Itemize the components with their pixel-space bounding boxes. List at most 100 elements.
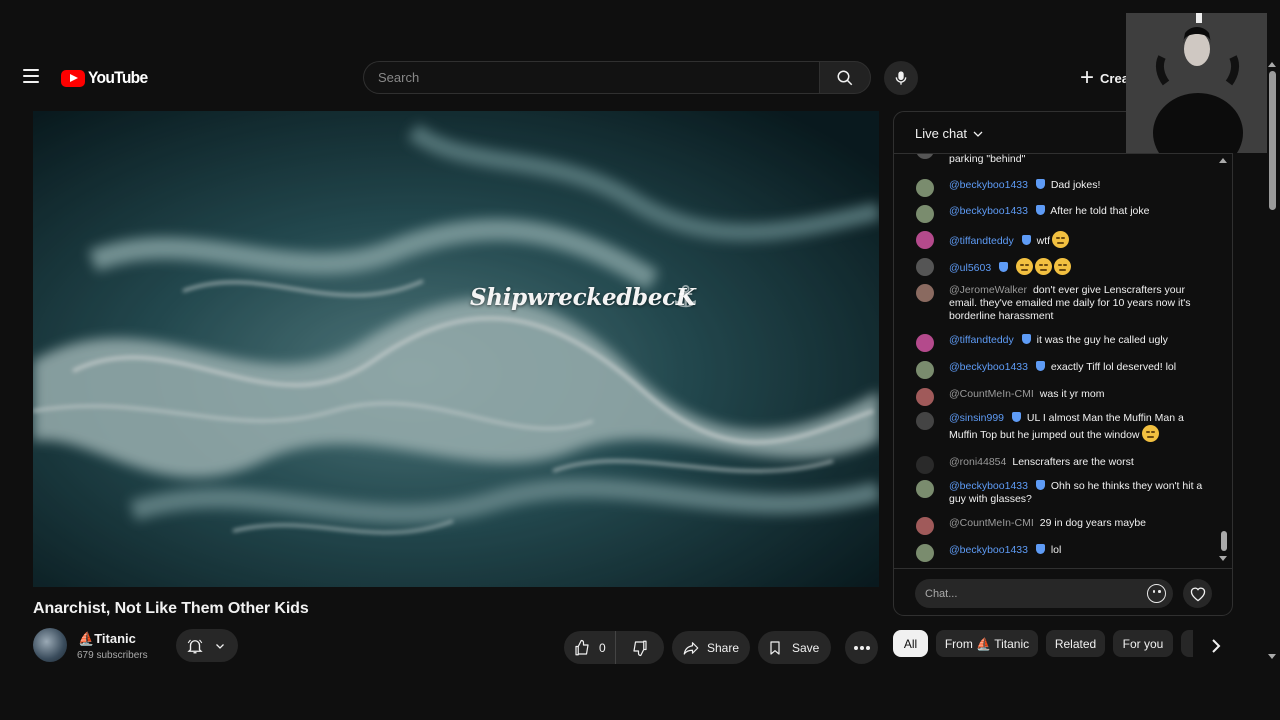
thumbs-down-icon	[633, 640, 647, 656]
moderator-badge-icon	[1021, 235, 1031, 245]
moderator-badge-icon	[1021, 334, 1031, 344]
menu-icon[interactable]	[20, 65, 42, 87]
heart-button[interactable]	[1183, 579, 1212, 608]
chevron-down-icon	[216, 643, 224, 649]
message-body: @CountMeIn-CMI 29 in dog years maybe	[949, 517, 1204, 530]
channel-name[interactable]: ⛵Titanic	[78, 631, 136, 647]
dislike-button[interactable]	[616, 639, 664, 657]
masthead: YouTube + Create	[0, 55, 1280, 101]
video-frame	[33, 111, 879, 587]
message-body: @roni44854 Lenscrafters are the worst	[949, 456, 1204, 469]
more-actions-button[interactable]	[845, 631, 878, 664]
chip-all[interactable]: All	[893, 630, 928, 657]
emoji-icon[interactable]	[1147, 584, 1166, 603]
anchor-icon: ⚓	[672, 281, 699, 314]
author-name[interactable]: @beckyboo1433	[949, 361, 1028, 373]
thumbs-up-icon	[575, 639, 589, 655]
picture-in-picture-video[interactable]	[1126, 13, 1267, 153]
notification-button[interactable]	[176, 629, 238, 662]
chip-partial[interactable]	[1181, 630, 1193, 657]
search-button[interactable]	[819, 61, 871, 94]
plus-icon: +	[1080, 64, 1095, 91]
save-button[interactable]: Save	[758, 631, 831, 664]
author-name[interactable]: @CountMeIn-CMI	[949, 517, 1034, 529]
author-name[interactable]: @ul5603	[949, 262, 991, 274]
message-text: After he told that joke	[1050, 205, 1150, 217]
avatar[interactable]	[916, 388, 934, 406]
moderator-badge-icon	[1012, 412, 1022, 422]
author-name[interactable]: @JeromeWalker	[949, 284, 1027, 296]
avatar[interactable]	[916, 456, 934, 474]
author-name[interactable]: @tiffandteddy	[949, 334, 1014, 346]
channel-watermark: ShipwreckedbecK	[470, 284, 696, 311]
author-name[interactable]: @beckyboo1433	[949, 544, 1028, 556]
chat-input[interactable]	[915, 579, 1173, 608]
author-name[interactable]: @beckyboo1433	[949, 205, 1028, 217]
avatar[interactable]	[916, 205, 934, 223]
chat-scroll-up-icon[interactable]	[1219, 158, 1227, 163]
moderator-badge-icon	[1035, 205, 1045, 215]
avatar[interactable]	[916, 231, 934, 249]
avatar[interactable]	[916, 361, 934, 379]
share-button[interactable]: Share	[672, 631, 750, 664]
chevron-right-icon	[1212, 639, 1221, 653]
moderator-badge-icon	[1035, 361, 1045, 371]
search-input[interactable]	[363, 61, 819, 94]
message-body: @sinsin999 UL I almost Man the Muffin Ma…	[949, 412, 1204, 442]
bell-icon	[187, 639, 203, 653]
pip-frame	[1126, 13, 1267, 153]
author-name[interactable]: @tiffandteddy	[949, 235, 1014, 247]
message-text: it was the guy he called ugly	[1036, 334, 1168, 346]
page-scroll-down-icon[interactable]	[1268, 654, 1276, 659]
emoji-icon	[1054, 258, 1072, 275]
avatar[interactable]	[916, 179, 934, 197]
chevron-down-icon	[973, 131, 983, 137]
chat-message-list[interactable]: parking "behind" @beckyboo1433 Dad jokes…	[894, 154, 1232, 568]
share-label: Share	[707, 640, 740, 655]
chat-input-area	[894, 568, 1232, 615]
avatar[interactable]	[916, 284, 934, 302]
channel-avatar[interactable]	[33, 628, 67, 662]
avatar[interactable]	[916, 412, 934, 430]
author-name[interactable]: @beckyboo1433	[949, 179, 1028, 191]
share-icon	[683, 641, 699, 655]
avatar[interactable]	[916, 544, 934, 562]
author-name[interactable]: @roni44854	[949, 456, 1006, 468]
video-player[interactable]: ShipwreckedbecK ⚓	[33, 111, 879, 587]
page-scroll-up-icon[interactable]	[1268, 62, 1276, 67]
video-title: Anarchist, Not Like Them Other Kids	[33, 600, 309, 617]
avatar[interactable]	[916, 258, 934, 276]
mic-icon	[895, 71, 907, 85]
avatar[interactable]	[916, 517, 934, 535]
chip-for-you[interactable]: For you	[1113, 630, 1173, 657]
bookmark-icon	[770, 640, 780, 655]
chat-mode-selector[interactable]: Live chat	[915, 126, 984, 141]
message-text: wtf	[1036, 235, 1051, 247]
logo-text: YouTube	[88, 68, 148, 87]
chat-scroll-down-icon[interactable]	[1219, 556, 1227, 561]
author-name[interactable]: @beckyboo1433	[949, 480, 1028, 492]
author-name[interactable]: @CountMeIn-CMI	[949, 388, 1034, 400]
message-body: @beckyboo1433 After he told that joke	[949, 205, 1204, 218]
chip-from-channel[interactable]: From ⛵ Titanic	[936, 630, 1038, 657]
ship-icon: ⛵	[78, 631, 95, 646]
emoji-icon	[1035, 258, 1053, 275]
create-button[interactable]: + Create	[1074, 61, 1134, 95]
avatar[interactable]	[916, 334, 934, 352]
author-name[interactable]: @sinsin999	[949, 412, 1004, 424]
chips-next-button[interactable]	[1206, 636, 1226, 656]
chip-related[interactable]: Related	[1046, 630, 1105, 657]
avatar[interactable]	[916, 480, 934, 498]
page-scrollbar-thumb[interactable]	[1269, 71, 1276, 210]
like-count: 0	[599, 640, 606, 655]
voice-search-button[interactable]	[884, 61, 918, 95]
moderator-badge-icon	[1035, 179, 1045, 189]
like-button[interactable]: 0	[564, 631, 616, 664]
youtube-logo[interactable]: YouTube	[61, 68, 153, 88]
search-icon	[837, 70, 853, 85]
chat-scrollbar-thumb[interactable]	[1221, 531, 1227, 551]
message-body: @tiffandteddy it was the guy he called u…	[949, 334, 1204, 347]
moderator-badge-icon	[1035, 544, 1045, 554]
message-text: was it yr mom	[1039, 388, 1105, 400]
message-text: Lenscrafters are the worst	[1012, 456, 1134, 468]
